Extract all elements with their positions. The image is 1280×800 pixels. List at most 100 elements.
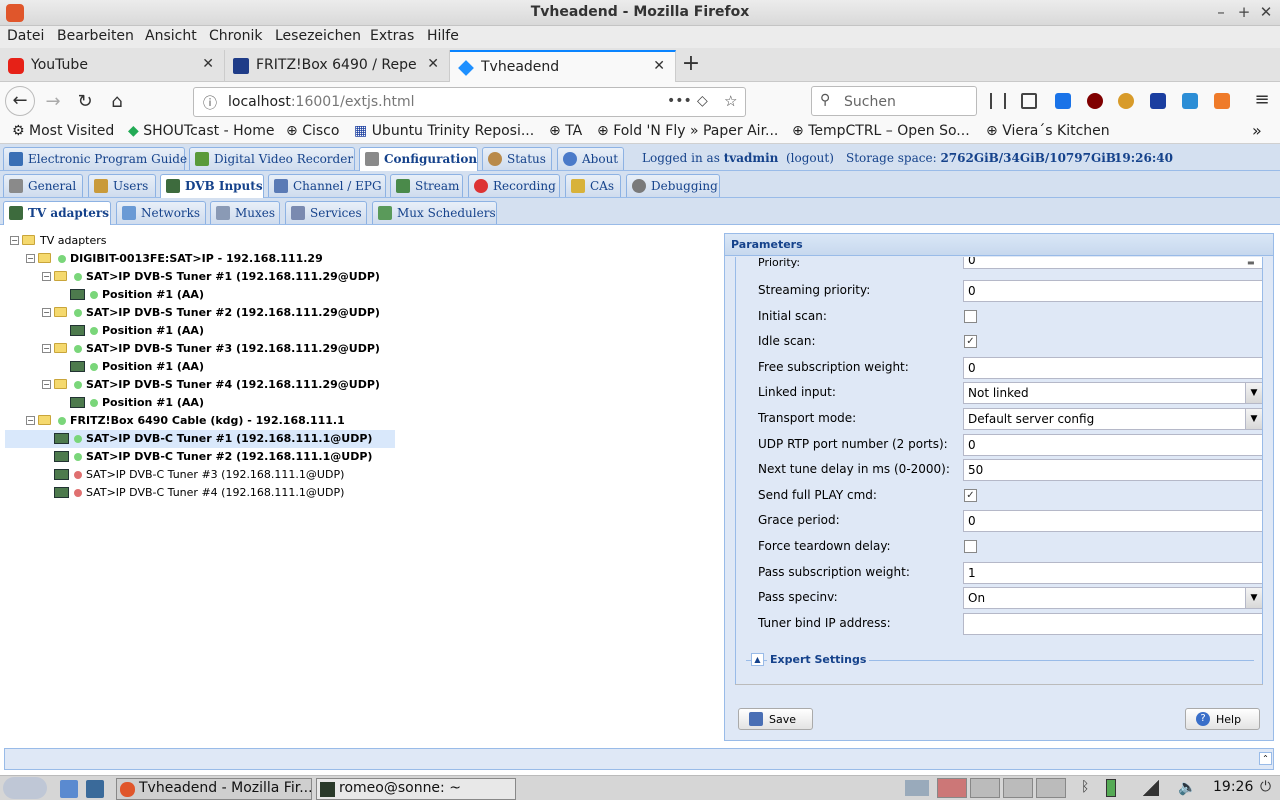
hamburger-menu-icon[interactable]: ≡ [1248, 86, 1276, 114]
extension-5-icon[interactable] [1214, 93, 1230, 109]
expand-log-icon[interactable]: ⌃ [1259, 752, 1272, 765]
help-button[interactable]: ? Help [1185, 708, 1260, 730]
app-launcher-icon[interactable] [86, 780, 104, 798]
tree-root[interactable]: − TV adapters [5, 232, 405, 250]
menu-bearbeiten[interactable]: Bearbeiten [57, 28, 134, 44]
parameters-form[interactable]: Priority: 0 Streaming priority: 0 Initial … [735, 257, 1263, 684]
param-input[interactable]: 0 [963, 356, 1262, 379]
tray-icon-1[interactable] [905, 780, 929, 796]
reload-button[interactable]: ↻ [71, 88, 99, 116]
param-input-priority[interactable]: 0 [963, 257, 1262, 269]
bookmark-ta[interactable]: ⊕ TA [549, 123, 582, 139]
tab-status[interactable]: Status [482, 147, 552, 170]
collapse-icon[interactable]: − [26, 254, 35, 263]
new-tab-button[interactable]: + [677, 50, 705, 78]
extension-1-icon[interactable] [1055, 93, 1071, 109]
workspace-2[interactable] [970, 778, 1000, 798]
tab-networks[interactable]: Networks [116, 201, 206, 224]
tree-node[interactable]: − SAT>IP DVB-S Tuner #1 (192.168.111.29@U… [5, 268, 395, 286]
tab-services[interactable]: Services [285, 201, 367, 224]
power-icon[interactable]: ⏻ [1260, 779, 1271, 795]
task-terminal[interactable]: romeo@sonne: ~ [316, 778, 516, 800]
bookmark-most-visited[interactable]: ⚙ Most Visited [12, 123, 114, 139]
tab-dvr[interactable]: Digital Video Recorder [189, 147, 355, 170]
close-tab-icon[interactable]: ✕ [427, 56, 439, 72]
info-icon[interactable]: ⓘ [203, 93, 217, 113]
collapse-icon[interactable]: − [42, 308, 51, 317]
tree-node[interactable]: Position #1 (AA) [5, 394, 395, 412]
back-button[interactable]: ← [5, 86, 35, 116]
tab-tv-adapters[interactable]: TV adapters [3, 201, 111, 225]
search-input[interactable]: ⚲ Suchen [811, 86, 977, 116]
tree-node[interactable]: SAT>IP DVB-C Tuner #4 (192.168.111.1@UDP… [5, 484, 395, 502]
more-bookmarks-icon[interactable]: » [1252, 121, 1262, 140]
param-checkbox[interactable] [964, 309, 977, 323]
param-input[interactable]: 0 [963, 433, 1262, 456]
tab-youtube[interactable]: YouTube ✕ [0, 50, 225, 82]
ublock-icon[interactable] [1087, 93, 1103, 109]
menu-ansicht[interactable]: Ansicht [145, 28, 197, 44]
start-menu-icon[interactable] [3, 777, 47, 799]
chevron-down-icon[interactable]: ▼ [1245, 383, 1262, 404]
param-input[interactable]: 1 [963, 561, 1262, 584]
tab-recording[interactable]: Recording [468, 174, 560, 197]
tab-channel-epg[interactable]: Channel / EPG [268, 174, 386, 197]
chevron-down-icon[interactable]: ▼ [1245, 409, 1262, 429]
tab-about[interactable]: About [557, 147, 624, 170]
extension-2-icon[interactable] [1118, 93, 1134, 109]
workspace-3[interactable] [1003, 778, 1033, 798]
tab-users[interactable]: Users [88, 174, 156, 197]
bluetooth-icon[interactable]: ᛒ [1081, 779, 1089, 795]
library-icon[interactable] [990, 93, 1006, 109]
tree-node[interactable]: SAT>IP DVB-C Tuner #2 (192.168.111.1@UDP… [5, 448, 395, 466]
task-firefox[interactable]: Tvheadend - Mozilla Fir... [116, 778, 312, 800]
tree-node[interactable]: SAT>IP DVB-C Tuner #3 (192.168.111.1@UDP… [5, 466, 395, 484]
param-checkbox[interactable]: ✓ [964, 335, 977, 349]
param-checkbox[interactable]: ✓ [964, 488, 977, 502]
pocket-icon[interactable]: ◇ [697, 93, 708, 109]
scrollbar-top[interactable]: ▬ [1247, 258, 1259, 267]
param-input[interactable] [963, 612, 1262, 635]
tree-node[interactable]: − SAT>IP DVB-S Tuner #4 (192.168.111.29@U… [5, 376, 395, 394]
param-select[interactable]: Default server config ▼ [963, 408, 1262, 430]
collapse-icon[interactable]: − [42, 380, 51, 389]
tab-general[interactable]: General [3, 174, 83, 197]
bookmark-fold-n-fly[interactable]: ⊕ Fold 'N Fly » Paper Air... [597, 123, 778, 139]
home-button[interactable]: ⌂ [103, 88, 131, 116]
tree-node[interactable]: − SAT>IP DVB-S Tuner #3 (192.168.111.29@U… [5, 340, 395, 358]
maximize-button[interactable]: + [1235, 3, 1253, 21]
tree-node[interactable]: Position #1 (AA) [5, 358, 395, 376]
sidebar-icon[interactable] [1021, 93, 1037, 109]
page-actions-icon[interactable]: ••• [667, 93, 692, 109]
collapse-icon[interactable]: − [10, 236, 19, 245]
tab-dvb-inputs[interactable]: DVB Inputs [160, 174, 264, 198]
tab-stream[interactable]: Stream [390, 174, 463, 197]
tab-tvheadend[interactable]: Tvheadend ✕ [450, 50, 676, 83]
bookmark-tempctrl[interactable]: ⊕ TempCTRL – Open So... [792, 123, 970, 139]
menu-extras[interactable]: Extras [370, 28, 414, 44]
logout-link[interactable]: (logout) [786, 151, 834, 165]
extension-3-icon[interactable] [1150, 93, 1166, 109]
bookmark-vieras-kitchen[interactable]: ⊕ Viera´s Kitchen [986, 123, 1110, 139]
url-bar[interactable]: ⓘ localhost:16001/extjs.html ••• ◇ ☆ [193, 87, 746, 117]
param-input[interactable]: 0 [963, 280, 1262, 302]
forward-button[interactable]: → [39, 88, 67, 116]
battery-icon[interactable] [1106, 779, 1116, 797]
tab-fritzbox[interactable]: FRITZ!Box 6490 / Repeat ✕ [225, 50, 450, 82]
collapse-icon[interactable]: − [26, 416, 35, 425]
tab-muxes[interactable]: Muxes [210, 201, 280, 224]
close-tab-icon[interactable]: ✕ [653, 58, 665, 74]
bookmark-star-icon[interactable]: ☆ [724, 92, 737, 110]
minimize-button[interactable]: – [1212, 3, 1230, 21]
param-select[interactable]: On ▼ [963, 587, 1262, 610]
save-button[interactable]: Save [738, 708, 813, 730]
tab-mux-schedulers[interactable]: Mux Schedulers [372, 201, 497, 224]
horizontal-scrollbar[interactable] [735, 684, 1263, 698]
bookmark-ubuntu-trinity[interactable]: ▦ Ubuntu Trinity Reposi... [354, 123, 534, 139]
bookmark-shoutcast[interactable]: ◆ SHOUTcast - Home [128, 123, 274, 139]
collapse-icon[interactable]: − [42, 272, 51, 281]
param-select[interactable]: Not linked ▼ [963, 382, 1262, 405]
menu-datei[interactable]: Datei [7, 28, 44, 44]
bookmark-cisco[interactable]: ⊕ Cisco [286, 123, 339, 139]
file-manager-icon[interactable] [60, 780, 78, 798]
